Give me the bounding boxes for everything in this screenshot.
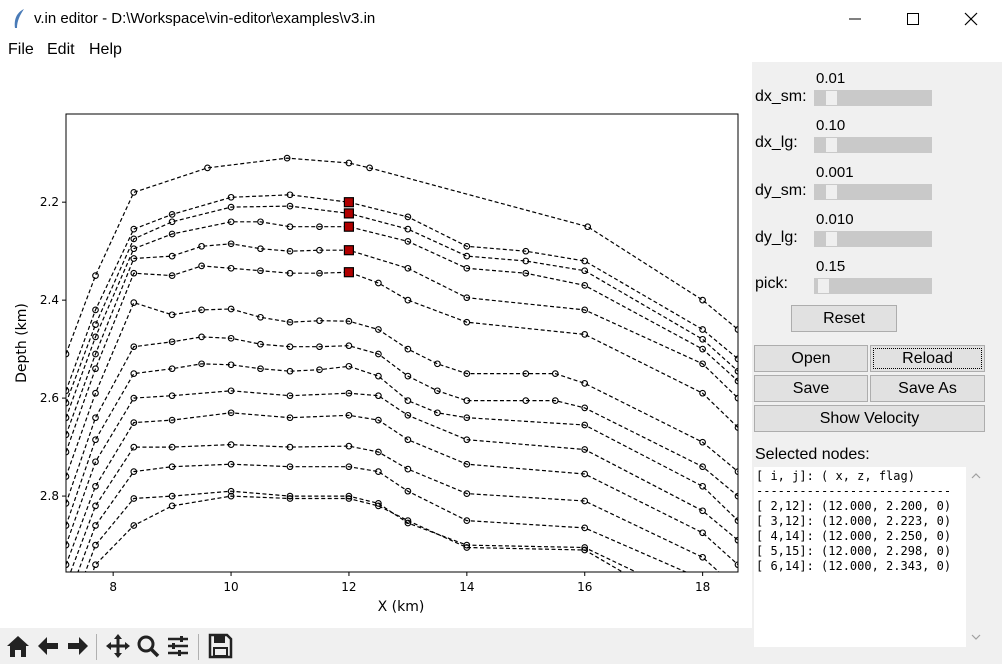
list-item: [ 3,12]: (12.000, 2.223, 0) — [756, 514, 952, 528]
selected-nodes-label: Selected nodes: — [755, 446, 870, 463]
home-icon — [7, 636, 29, 657]
scroll-down-icon[interactable] — [971, 633, 981, 641]
dy-lg-slider[interactable] — [814, 231, 932, 247]
maximize-button[interactable] — [884, 0, 942, 38]
pan-button[interactable] — [104, 631, 132, 661]
figure-background — [0, 62, 752, 628]
dy-lg-slider-thumb[interactable] — [826, 232, 837, 246]
menu-file[interactable]: File — [8, 41, 34, 59]
toolbar-separator — [198, 634, 199, 660]
selected-node[interactable] — [343, 197, 354, 208]
x-tick-label: 10 — [223, 580, 238, 594]
list-item: [ 2,12]: (12.000, 2.200, 0) — [756, 499, 952, 513]
pick-slider-thumb[interactable] — [818, 279, 829, 293]
toolbar-separator — [96, 634, 97, 660]
selected-node[interactable] — [343, 208, 354, 219]
y-tick-label: 2.4 — [40, 293, 59, 307]
feather-icon — [14, 9, 24, 28]
dx-lg-label: dx_lg: — [755, 134, 798, 151]
selected-nodes-divider: --------------------------- — [756, 484, 952, 498]
forward-icon — [68, 637, 88, 655]
pan-icon — [106, 634, 130, 658]
x-tick-label: 18 — [695, 580, 710, 594]
x-tick-label: 16 — [577, 580, 592, 594]
forward-button[interactable] — [64, 631, 92, 661]
list-item: [ 4,14]: (12.000, 2.250, 0) — [756, 529, 952, 543]
x-axis-label: X (km) — [378, 599, 425, 615]
dx-lg-value: 0.10 — [816, 117, 846, 134]
y-tick-label: 2.6 — [40, 391, 59, 405]
dx-lg-slider[interactable] — [814, 137, 932, 153]
close-button[interactable] — [942, 0, 1000, 38]
selected-nodes-header: [ i, j]: ( x, z, flag) — [756, 469, 915, 483]
back-icon — [38, 637, 58, 655]
back-button[interactable] — [34, 631, 62, 661]
scroll-up-icon[interactable] — [971, 472, 981, 480]
save-figure-button[interactable] — [206, 631, 234, 661]
close-icon — [964, 12, 978, 26]
dx-sm-slider-thumb[interactable] — [826, 91, 837, 105]
y-tick-label: 2.8 — [40, 489, 59, 503]
pick-slider[interactable] — [814, 278, 932, 294]
dx-sm-value: 0.01 — [816, 70, 846, 87]
selected-nodes-scrollbar[interactable] — [966, 467, 986, 647]
velocity-model-plot[interactable]: 8 10 12 14 16 18 2.2 2.4 2.6 2.8 X (km) Depth (k… — [0, 62, 752, 628]
list-item: [ 5,15]: (12.000, 2.298, 0) — [756, 544, 952, 558]
configure-subplots-button[interactable] — [164, 631, 192, 661]
selected-nodes-text[interactable]: [ i, j]: ( x, z, flag) -----------------… — [754, 467, 966, 647]
window-title: v.in editor - D:\Workspace\vin-editor\ex… — [34, 10, 376, 27]
menu-bar: File Edit Help — [0, 38, 1002, 62]
dy-sm-value: 0.001 — [816, 164, 854, 181]
minimize-icon — [849, 18, 861, 20]
x-tick-label: 12 — [341, 580, 356, 594]
maximize-icon — [907, 13, 919, 25]
save-button[interactable]: Save — [754, 375, 868, 402]
minimize-button[interactable] — [826, 0, 884, 38]
x-tick-label: 14 — [459, 580, 474, 594]
dy-sm-slider[interactable] — [814, 184, 932, 200]
pick-value: 0.15 — [816, 258, 846, 275]
y-axis-label: Depth (km) — [14, 303, 30, 383]
dx-lg-slider-thumb[interactable] — [826, 138, 837, 152]
list-item: [ 6,14]: (12.000, 2.343, 0) — [756, 559, 952, 573]
dx-sm-label: dx_sm: — [755, 88, 807, 105]
dy-sm-label: dy_sm: — [755, 182, 807, 199]
dy-lg-value: 0.010 — [816, 211, 854, 228]
dy-lg-label: dy_lg: — [755, 229, 798, 246]
save-figure-icon — [208, 633, 233, 659]
configure-subplots-icon — [168, 636, 188, 656]
zoom-button[interactable] — [134, 631, 162, 661]
title-bar: v.in editor - D:\Workspace\vin-editor\ex… — [0, 0, 1002, 38]
dy-sm-slider-thumb[interactable] — [826, 185, 837, 199]
open-button[interactable]: Open — [754, 345, 868, 372]
home-button[interactable] — [4, 631, 32, 661]
reset-button[interactable]: Reset — [791, 305, 897, 332]
reload-button[interactable]: Reload — [870, 345, 985, 372]
y-tick-label: 2.2 — [40, 195, 59, 209]
dx-sm-slider[interactable] — [814, 90, 932, 106]
x-tick-label: 8 — [109, 580, 117, 594]
pick-label: pick: — [755, 275, 788, 292]
selected-node[interactable] — [343, 245, 354, 256]
zoom-icon — [137, 635, 160, 658]
selected-node[interactable] — [343, 221, 354, 232]
selected-node[interactable] — [343, 267, 354, 278]
save-as-button[interactable]: Save As — [870, 375, 985, 402]
menu-help[interactable]: Help — [89, 41, 122, 59]
menu-edit[interactable]: Edit — [47, 41, 75, 59]
show-velocity-button[interactable]: Show Velocity — [754, 405, 985, 432]
